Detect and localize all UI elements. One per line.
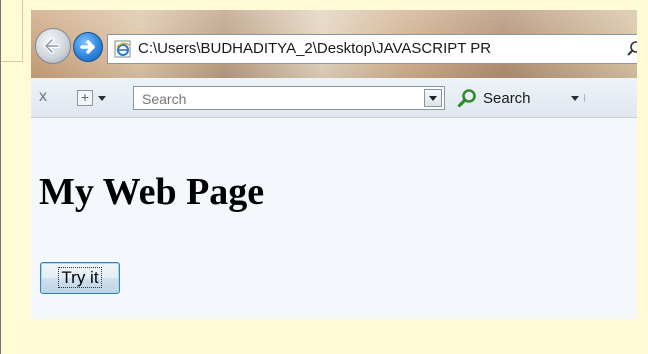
address-url: C:\Users\BUDHADITYA_2\Desktop\JAVASCRIPT… <box>138 40 492 57</box>
ie-page-icon <box>114 40 131 58</box>
search-box[interactable] <box>133 86 445 110</box>
browser-window: C:\Users\BUDHADITYA_2\Desktop\JAVASCRIPT… <box>31 10 637 319</box>
back-arrow-icon <box>44 38 60 54</box>
search-provider-dropdown[interactable] <box>424 89 442 107</box>
magnifier-icon <box>457 89 476 108</box>
search-input[interactable] <box>140 90 414 108</box>
page-corner-mark <box>1 0 23 62</box>
document-frame: C:\Users\BUDHADITYA_2\Desktop\JAVASCRIPT… <box>0 0 648 354</box>
back-button[interactable] <box>35 28 71 64</box>
search-go-label: Search <box>483 90 531 107</box>
try-it-button[interactable]: Try it <box>40 262 120 294</box>
forward-arrow-icon <box>80 40 95 54</box>
close-toolbar-button[interactable]: x <box>39 89 47 105</box>
page-title: My Web Page <box>39 171 265 213</box>
address-bar[interactable]: C:\Users\BUDHADITYA_2\Desktop\JAVASCRIPT… <box>107 34 637 64</box>
chevron-down-icon[interactable] <box>98 96 106 101</box>
forward-button[interactable] <box>73 32 103 62</box>
try-it-label: Try it <box>58 267 102 288</box>
chevron-down-icon[interactable] <box>571 96 579 101</box>
magnifier-icon[interactable] <box>626 40 637 58</box>
toolbar-grip-icon[interactable]: ⟊ <box>583 90 591 106</box>
add-search-provider-button[interactable]: + <box>77 90 93 106</box>
page-content: My Web Page Try it <box>31 118 637 319</box>
search-toolbar: x + Search ⟊ <box>31 78 637 118</box>
